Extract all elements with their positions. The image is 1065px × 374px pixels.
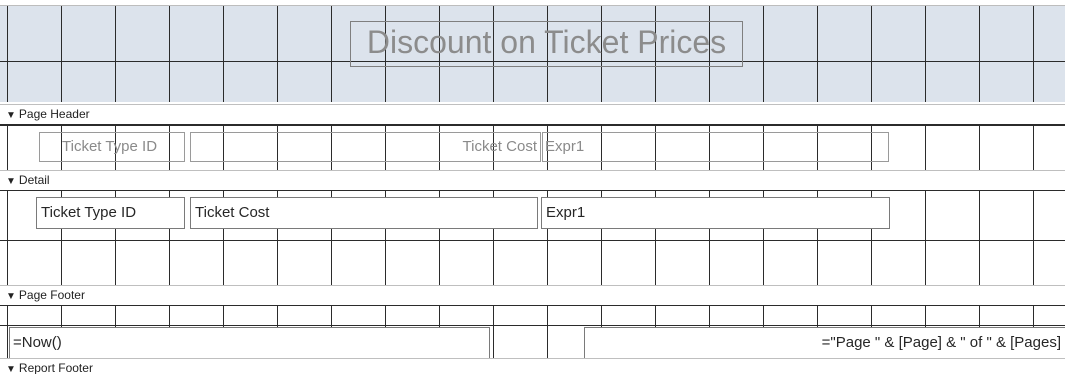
page-header-label: Page Header	[18, 107, 90, 121]
label-ticket-type-id[interactable]: Ticket Type ID	[39, 132, 185, 162]
report-title-label[interactable]: Discount on Ticket Prices	[350, 21, 743, 67]
section-collapse-arrow-icon: ▼	[6, 364, 16, 374]
field-expr1[interactable]: Expr1	[541, 197, 890, 229]
section-collapse-arrow-icon: ▼	[6, 291, 16, 302]
field-ticket-cost[interactable]: Ticket Cost	[190, 197, 538, 229]
detail-bar[interactable]: ▼ Detail	[0, 170, 1065, 191]
section-collapse-arrow-icon: ▼	[6, 110, 16, 121]
label-ticket-cost[interactable]: Ticket Cost	[190, 132, 541, 162]
page-footer-bar[interactable]: ▼ Page Footer	[0, 285, 1065, 306]
label-expr1[interactable]: Expr1	[542, 132, 889, 162]
section-collapse-arrow-icon: ▼	[6, 176, 16, 187]
field-page-number[interactable]: ="Page " & [Page] & " of " & [Pages]	[584, 327, 1065, 358]
page-header-bar[interactable]: ▼ Page Header	[0, 104, 1065, 125]
detail-label: Detail	[18, 173, 50, 187]
report-footer-label: Report Footer	[18, 361, 93, 374]
report-footer-bar[interactable]: ▼ Report Footer	[0, 358, 1065, 374]
page-footer-label: Page Footer	[18, 288, 85, 302]
field-ticket-type-id[interactable]: Ticket Type ID	[36, 197, 185, 229]
field-now[interactable]: =Now()	[9, 327, 490, 358]
